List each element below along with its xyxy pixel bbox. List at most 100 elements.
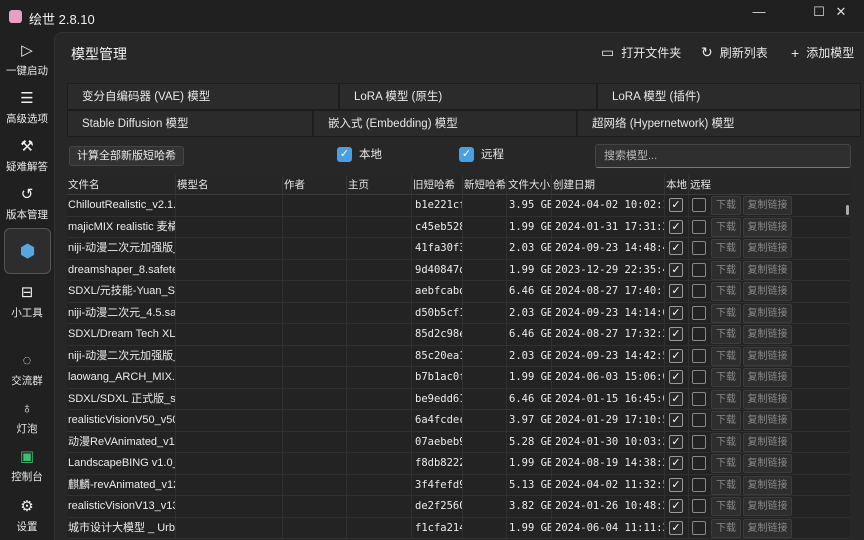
remote-checkbox[interactable] xyxy=(692,219,706,234)
check-icon[interactable]: ✓ xyxy=(669,305,683,320)
check-icon[interactable]: ✓ xyxy=(669,434,683,449)
copy-link-button[interactable]: 复制链接 xyxy=(743,217,792,237)
table-row[interactable]: niji-动漫二次元_4.5.safe d50b5cf1 2.03 GB 2024-0… xyxy=(67,302,850,324)
table-row[interactable]: SDXL/SDXL 正式版_sdxl be9edd61 6.46 GB2024-01… xyxy=(67,388,850,410)
open-folder-button[interactable]: ▭ 打开文件夹 xyxy=(601,44,681,61)
remote-checkbox[interactable] xyxy=(692,262,706,277)
check-icon[interactable]: ✓ xyxy=(669,499,683,513)
col-model-name[interactable]: 模型名 xyxy=(175,175,282,195)
check-icon[interactable]: ✓ xyxy=(669,477,683,492)
copy-link-button[interactable]: 复制链接 xyxy=(743,346,792,366)
check-icon[interactable]: ✓ xyxy=(669,284,683,298)
check-icon[interactable]: ✓ xyxy=(669,327,683,341)
col-author[interactable]: 作者 xyxy=(282,175,346,195)
add-model-button[interactable]: + 添加模型 xyxy=(791,44,854,61)
tab-vae[interactable]: 变分自编码器 (VAE) 模型 xyxy=(67,83,339,110)
check-icon[interactable]: ✓ xyxy=(669,456,683,470)
tab-embedding[interactable]: 嵌入式 (Embedding) 模型 xyxy=(313,110,577,137)
close-button[interactable]: ✕ xyxy=(818,0,864,28)
table-row[interactable]: realisticVisionV13_v13.s de2f2560 3.82 GB2… xyxy=(67,496,850,518)
copy-link-button[interactable]: 复制链接 xyxy=(743,368,792,387)
download-button[interactable]: 下载 xyxy=(711,325,741,344)
tab-lora-plugin[interactable]: LoRA 模型 (插件) xyxy=(597,83,861,110)
copy-link-button[interactable]: 复制链接 xyxy=(743,239,792,258)
download-button[interactable]: 下载 xyxy=(711,475,741,495)
col-homepage[interactable]: 主页 xyxy=(346,175,411,195)
copy-link-button[interactable]: 复制链接 xyxy=(743,432,792,452)
refresh-button[interactable]: ↻ 刷新列表 xyxy=(701,44,768,61)
remote-checkbox[interactable] xyxy=(692,284,706,298)
copy-link-button[interactable]: 复制链接 xyxy=(743,454,792,473)
search-input[interactable]: 搜索模型... xyxy=(595,144,851,168)
col-old-hash[interactable]: 旧短哈希 xyxy=(411,175,462,195)
copy-link-button[interactable]: 复制链接 xyxy=(743,411,792,430)
remote-checkbox[interactable] xyxy=(692,348,706,363)
remote-checkbox[interactable] xyxy=(692,327,706,341)
sidebar-item-community[interactable]: ◌ 交流群 xyxy=(0,350,54,388)
copy-link-button[interactable]: 复制链接 xyxy=(743,497,792,516)
check-icon[interactable]: ✓ xyxy=(669,413,683,427)
sidebar-item-advanced[interactable]: ☰ 高级选项 xyxy=(0,88,54,126)
remote-checkbox[interactable] xyxy=(692,413,706,427)
col-remote[interactable]: 远程 xyxy=(688,175,726,195)
copy-link-button[interactable]: 复制链接 xyxy=(743,260,792,280)
sidebar-item-console[interactable]: ▣ 控制台 xyxy=(0,446,54,484)
download-button[interactable]: 下载 xyxy=(711,282,741,301)
remote-checkbox[interactable] xyxy=(692,520,706,535)
table-row[interactable]: SDXL/Dream Tech XL _ 85d2c98e 6.46 GB 2024-… xyxy=(67,324,850,346)
tab-hypernetwork[interactable]: 超网络 (Hypernetwork) 模型 xyxy=(577,110,861,137)
check-icon[interactable]: ✓ xyxy=(669,241,683,255)
download-button[interactable]: 下载 xyxy=(711,389,741,409)
sidebar-item-versions[interactable]: ↺ 版本管理 xyxy=(0,184,54,222)
col-new-hash[interactable]: 新短哈希 xyxy=(462,175,506,195)
copy-link-button[interactable]: 复制链接 xyxy=(743,196,792,215)
remote-checkbox[interactable] xyxy=(692,305,706,320)
remote-checkbox[interactable] xyxy=(692,456,706,470)
copy-link-button[interactable]: 复制链接 xyxy=(743,303,792,323)
remote-checkbox[interactable] xyxy=(692,198,706,212)
scrollbar[interactable] xyxy=(846,205,849,215)
local-checkbox[interactable]: ✓ 本地 xyxy=(337,146,382,162)
remote-checkbox[interactable] xyxy=(692,499,706,513)
sidebar-item-models[interactable]: ⬢ xyxy=(4,228,51,274)
download-button[interactable]: 下载 xyxy=(711,303,741,323)
download-button[interactable]: 下载 xyxy=(711,518,741,538)
copy-link-button[interactable]: 复制链接 xyxy=(743,325,792,344)
table-row[interactable]: niji-动漫二次元加强版_2. 41fa30f3 2.03 GB2024-09-2… xyxy=(67,238,850,260)
tab-stable-diffusion[interactable]: Stable Diffusion 模型 xyxy=(67,110,313,137)
table-row[interactable]: dreamshaper_8.safeten 9d40847d 1.99 GB 2023… xyxy=(67,259,850,281)
download-button[interactable]: 下载 xyxy=(711,454,741,473)
check-icon[interactable]: ✓ xyxy=(669,391,683,406)
download-button[interactable]: 下载 xyxy=(711,368,741,387)
table-row[interactable]: 麒麟-revAnimated_v122 3f4fefd9 5.13 GB 2024-0… xyxy=(67,474,850,496)
table-row[interactable]: SDXL/元技能-Yuan_SDX aebfcabd 6.46 GB2024-08-… xyxy=(67,281,850,303)
minimize-button[interactable]: — xyxy=(736,0,782,28)
copy-link-button[interactable]: 复制链接 xyxy=(743,518,792,538)
sidebar-item-launch[interactable]: ▷ 一键启动 xyxy=(0,40,54,78)
download-button[interactable]: 下载 xyxy=(711,196,741,215)
check-icon[interactable]: ✓ xyxy=(669,348,683,363)
remote-checkbox[interactable] xyxy=(692,477,706,492)
col-filename[interactable]: 文件名 xyxy=(67,175,175,195)
sidebar-item-settings[interactable]: ⚙ 设置 xyxy=(0,496,54,534)
remote-checkbox[interactable] xyxy=(692,241,706,255)
col-size[interactable]: 文件大小 xyxy=(506,175,551,195)
check-icon[interactable]: ✓ xyxy=(669,370,683,384)
table-row[interactable]: laowang_ARCH_MIX.V0 b7b1ac0f 1.99 GB2024-0… xyxy=(67,367,850,389)
download-button[interactable]: 下载 xyxy=(711,239,741,258)
check-icon[interactable]: ✓ xyxy=(669,198,683,212)
table-row[interactable]: niji-动漫二次元加强版_偏 85c20ea1 2.03 GB2024-09-23… xyxy=(67,345,850,367)
sidebar-item-bulb[interactable]: ♁ 灯泡 xyxy=(0,398,54,436)
check-icon[interactable]: ✓ xyxy=(669,520,683,535)
copy-link-button[interactable]: 复制链接 xyxy=(743,282,792,301)
table-row[interactable]: majicMIX realistic 麦橘写 c45eb528 1.99 GB202… xyxy=(67,216,850,238)
copy-link-button[interactable]: 复制链接 xyxy=(743,475,792,495)
sidebar-item-tools[interactable]: ⊟ 小工具 xyxy=(0,282,54,320)
table-row[interactable]: 动漫ReVAnimated_v1.1 07aebeb9 5.28 GB 2024-01… xyxy=(67,431,850,453)
table-row[interactable]: LandscapeBING v1.0_l f8db8222 1.99 GB 2024-… xyxy=(67,453,850,475)
remote-checkbox[interactable] xyxy=(692,391,706,406)
sidebar-item-troubleshoot[interactable]: ⚒ 疑难解答 xyxy=(0,136,54,174)
download-button[interactable]: 下载 xyxy=(711,411,741,430)
tab-lora-native[interactable]: LoRA 模型 (原生) xyxy=(339,83,597,110)
col-local[interactable]: 本地 xyxy=(664,175,688,195)
